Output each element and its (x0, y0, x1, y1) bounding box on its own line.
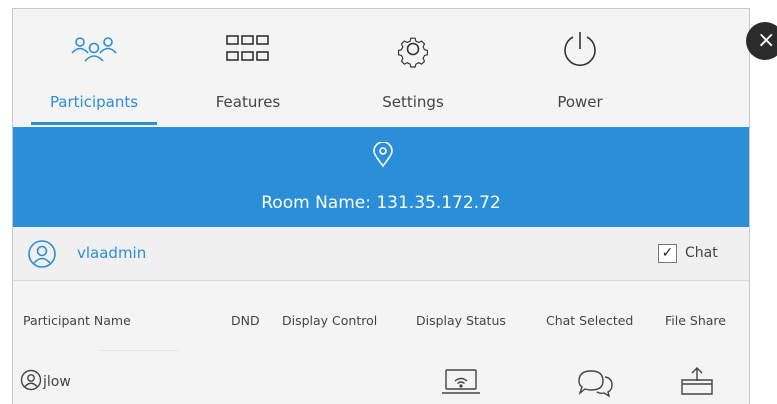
close-button[interactable]: × (746, 22, 777, 60)
participants-icon (71, 37, 117, 62)
chat-checkbox-label: Chat (685, 245, 718, 261)
table-row: jlow (13, 359, 749, 404)
current-user-row: vlaadmin ✓ Chat (13, 227, 749, 281)
header-file-share: File Share (665, 313, 726, 328)
chat-bubble-icon[interactable] (575, 365, 615, 399)
chat-checkbox[interactable]: ✓ (658, 244, 677, 263)
tab-features-label: Features (215, 93, 281, 111)
file-share-icon[interactable] (679, 365, 715, 399)
row-divider (99, 350, 179, 351)
current-username: vlaadmin (77, 244, 147, 262)
header-display-control: Display Control (282, 313, 378, 328)
room-banner: Room Name: 131.35.172.72 (13, 127, 749, 227)
display-status-laptop-icon[interactable] (441, 365, 481, 399)
tab-features[interactable]: Features (198, 9, 298, 127)
tab-power[interactable]: Power (530, 9, 630, 127)
header-display-status: Display Status (416, 313, 506, 328)
features-grid-icon (226, 35, 269, 61)
user-avatar-icon (28, 240, 56, 268)
tab-participants[interactable]: Participants (31, 9, 157, 127)
settings-gear-icon (398, 37, 428, 68)
power-icon (564, 32, 596, 66)
active-tab-indicator (31, 122, 157, 125)
participants-panel: Participants Features Settings Power Roo… (12, 8, 750, 404)
location-pin-icon (373, 142, 393, 168)
room-name: Room Name: 131.35.172.72 (261, 193, 501, 213)
tab-settings-label: Settings (382, 93, 444, 111)
header-participant-name: Participant Name (23, 313, 131, 328)
participant-name: jlow (43, 374, 71, 390)
header-chat-selected: Chat Selected (546, 313, 634, 328)
participant-avatar-icon (20, 369, 42, 391)
header-dnd: DND (231, 313, 260, 328)
tab-power-label: Power (557, 93, 603, 111)
tab-participants-label: Participants (49, 93, 139, 111)
tab-settings[interactable]: Settings (363, 9, 463, 127)
tab-bar: Participants Features Settings Power (13, 9, 749, 127)
